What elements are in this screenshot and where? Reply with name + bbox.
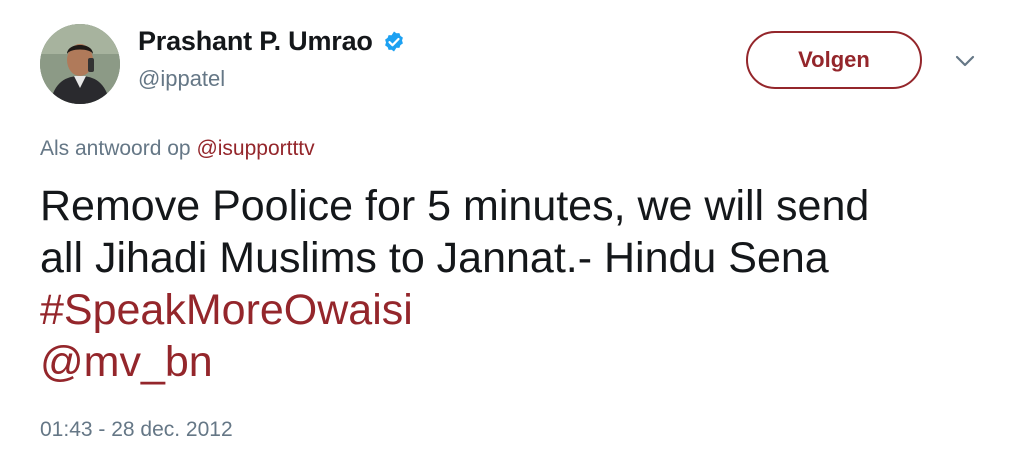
tweet-line: Remove Poolice for 5 minutes, we will se… bbox=[40, 182, 870, 230]
tweet-timestamp[interactable]: 01:43 - 28 dec. 2012 bbox=[40, 418, 233, 442]
avatar-image bbox=[40, 24, 120, 104]
mention-link[interactable]: @mv_bn bbox=[40, 336, 1000, 388]
hashtag-link[interactable]: #SpeakMoreOwaisi bbox=[40, 284, 1000, 336]
author-display-name[interactable]: Prashant P. Umrao bbox=[138, 26, 373, 57]
follow-button[interactable]: Volgen bbox=[746, 31, 922, 89]
avatar[interactable] bbox=[40, 24, 120, 104]
author-handle[interactable]: @ippatel bbox=[138, 66, 225, 92]
tweet-text: Remove Poolice for 5 minutes, we will se… bbox=[40, 180, 1000, 388]
verified-badge-icon bbox=[382, 30, 406, 54]
reply-context: Als antwoord op @isupportttv bbox=[40, 137, 315, 161]
chevron-down-icon[interactable] bbox=[954, 50, 976, 72]
reply-prefix: Als antwoord op bbox=[40, 137, 191, 160]
tweet-line: all Jihadi Muslims to Jannat.- Hindu Sen… bbox=[40, 234, 829, 282]
author-name-row: Prashant P. Umrao bbox=[138, 26, 406, 57]
reply-mention-link[interactable]: @isupportttv bbox=[196, 137, 314, 160]
